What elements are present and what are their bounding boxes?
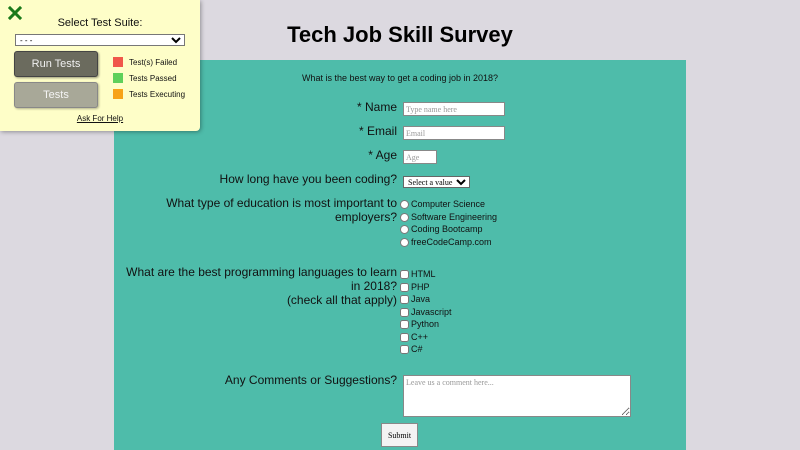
name-input[interactable] [403, 102, 505, 116]
passed-swatch-icon [113, 73, 123, 83]
radio-button[interactable] [400, 199, 409, 209]
option-label: C# [411, 344, 423, 354]
legend-label: Tests Passed [129, 73, 177, 83]
language-option-php[interactable]: PHP [400, 281, 430, 293]
comments-textarea[interactable] [403, 375, 631, 417]
language-option-python[interactable]: Python [400, 318, 439, 330]
education-label: What type of education is most important… [166, 196, 397, 224]
checkbox[interactable] [400, 294, 409, 304]
test-suite-select[interactable]: - - - [15, 34, 185, 46]
checkbox[interactable] [400, 319, 409, 329]
checkbox[interactable] [400, 269, 409, 279]
test-suite-label: Select Test Suite: [57, 17, 143, 29]
education-option-coding-bootcamp[interactable]: Coding Bootcamp [400, 223, 483, 235]
radio-button[interactable] [400, 237, 409, 247]
language-option-html[interactable]: HTML [400, 268, 436, 280]
name-label: * Name [356, 100, 397, 114]
age-input[interactable] [403, 150, 437, 164]
tests-button[interactable]: Tests [14, 82, 98, 108]
language-option-javascript[interactable]: Javascript [400, 306, 452, 318]
language-option-csharp[interactable]: C# [400, 343, 423, 355]
option-label: PHP [411, 282, 430, 292]
email-input[interactable] [403, 126, 505, 140]
test-suite-panel: Select Test Suite: - - - Run Tests Tests… [0, 0, 200, 131]
option-label: Python [411, 319, 440, 329]
coding-duration-label: How long have you been coding? [219, 172, 397, 186]
run-tests-button[interactable]: Run Tests [14, 51, 98, 77]
ask-for-help-link[interactable]: Ask For Help [0, 114, 200, 123]
option-label: freeCodeCamp.com [411, 237, 492, 247]
coding-duration-select[interactable]: Select a value [403, 176, 470, 188]
language-option-java[interactable]: Java [400, 293, 430, 305]
checkbox[interactable] [400, 332, 409, 342]
education-option-software-engineering[interactable]: Software Engineering [400, 211, 497, 223]
option-label: Java [411, 294, 431, 304]
submit-button[interactable]: Submit [381, 423, 418, 447]
radio-button[interactable] [400, 224, 409, 234]
legend-label: Test(s) Failed [129, 57, 178, 67]
language-option-cpp[interactable]: C++ [400, 331, 428, 343]
age-label: * Age [368, 148, 397, 162]
languages-hint: (check all that apply) [286, 293, 397, 307]
legend-failed: Test(s) Failed [113, 57, 177, 67]
languages-label: What are the best programming languages … [114, 265, 397, 307]
option-label: Computer Science [411, 199, 486, 209]
failed-swatch-icon [113, 57, 123, 67]
checkbox[interactable] [400, 344, 409, 354]
comments-label: Any Comments or Suggestions? [224, 373, 397, 387]
legend-label: Tests Executing [129, 89, 186, 99]
email-label: * Email [358, 124, 397, 138]
education-option-computer-science[interactable]: Computer Science [400, 198, 485, 210]
legend-executing: Tests Executing [113, 89, 185, 99]
legend-passed: Tests Passed [113, 73, 177, 83]
option-label: Software Engineering [411, 212, 498, 222]
option-label: Javascript [411, 307, 452, 317]
option-label: HTML [411, 269, 436, 279]
checkbox[interactable] [400, 282, 409, 292]
languages-question: What are the best programming languages … [126, 265, 397, 293]
executing-swatch-icon [113, 89, 123, 99]
education-option-freecodecamp[interactable]: freeCodeCamp.com [400, 236, 492, 248]
radio-button[interactable] [400, 212, 409, 222]
option-label: Coding Bootcamp [411, 224, 483, 234]
checkbox[interactable] [400, 307, 409, 317]
option-label: C++ [411, 332, 429, 342]
